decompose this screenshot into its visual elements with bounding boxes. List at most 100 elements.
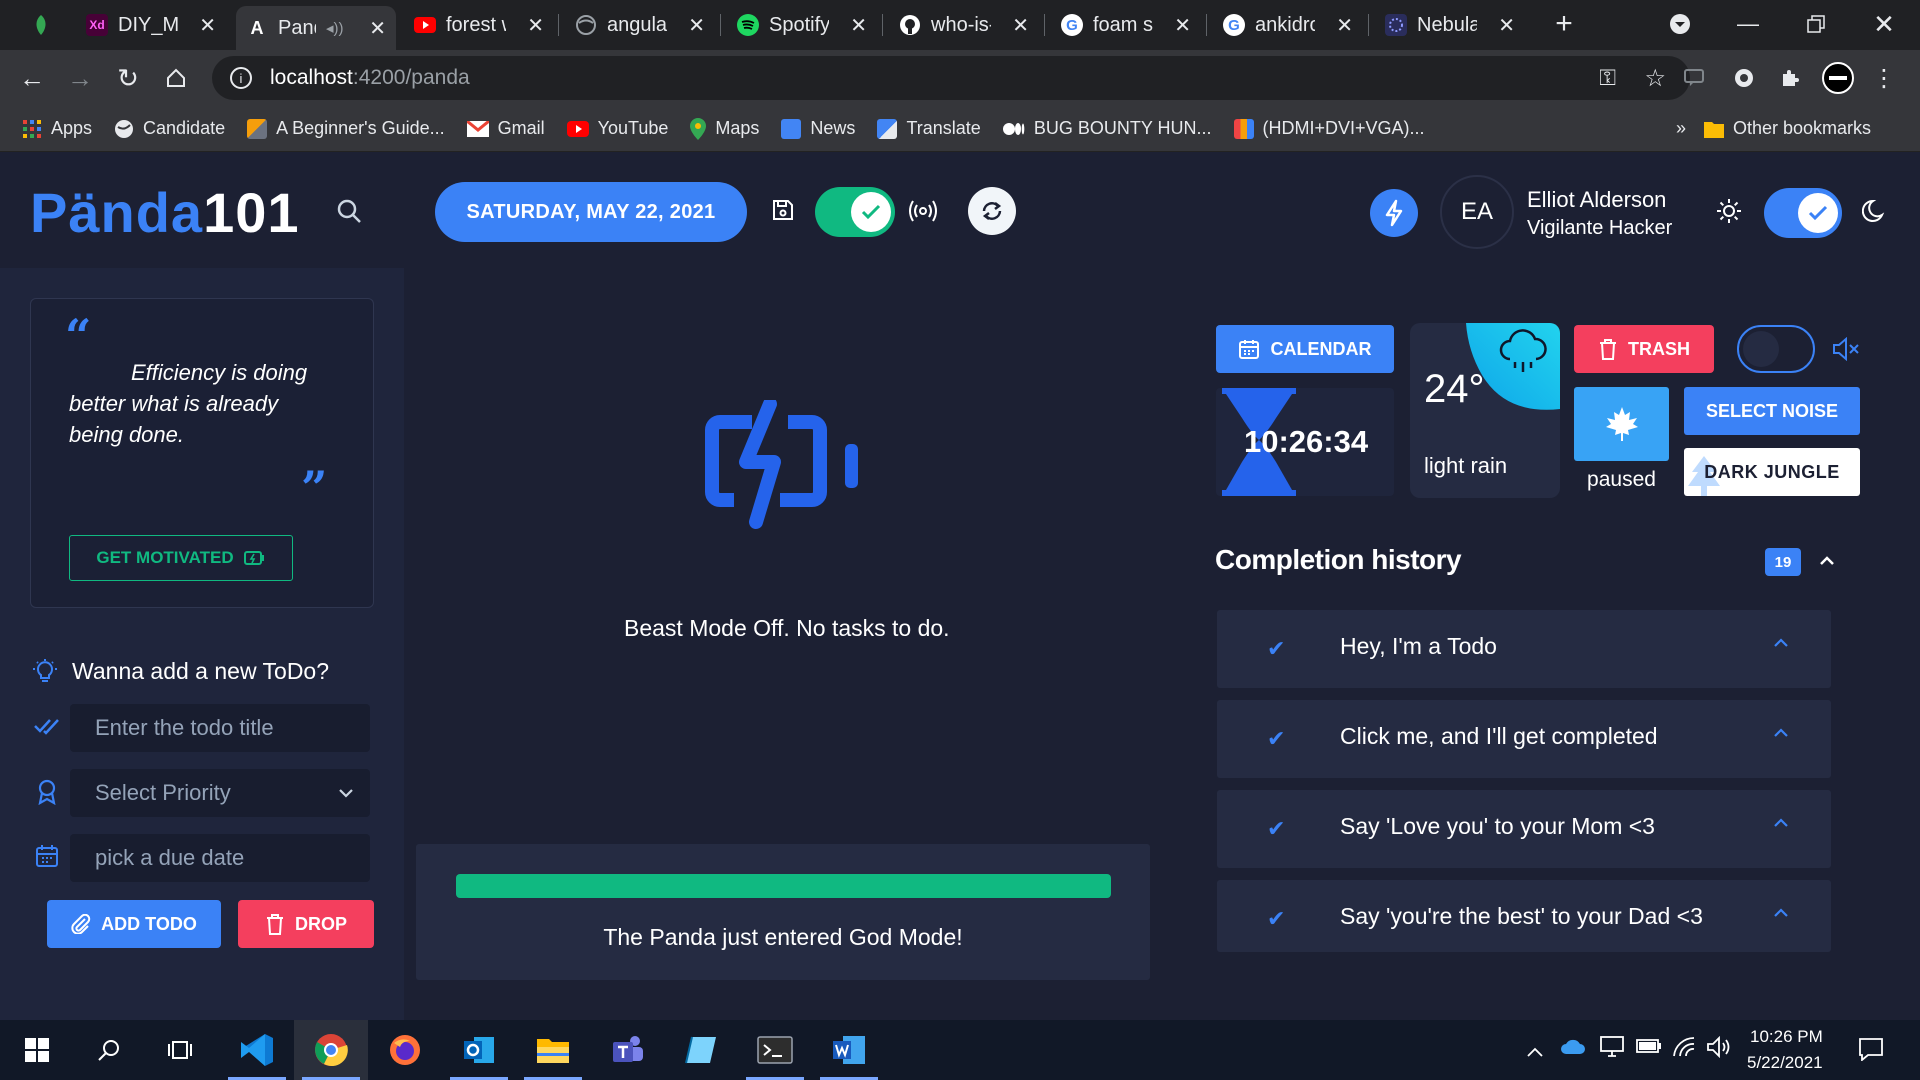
- bookmark-hdmi[interactable]: (HDMI+DVI+VGA)...: [1233, 118, 1425, 139]
- bookmark-translate[interactable]: Translate: [877, 118, 981, 139]
- puzzle-icon[interactable]: [1772, 60, 1808, 96]
- display-icon[interactable]: [1600, 1036, 1624, 1063]
- taskbar-word[interactable]: [812, 1020, 886, 1080]
- tab-forest[interactable]: forest w ✕: [404, 6, 554, 44]
- bookmark-youtube[interactable]: YouTube: [566, 118, 668, 139]
- chevron-up-icon[interactable]: [1526, 1038, 1544, 1064]
- tab-search-button[interactable]: [1662, 6, 1698, 42]
- bookmark-candidate[interactable]: Candidate: [114, 118, 225, 139]
- priority-select[interactable]: Select Priority: [70, 769, 370, 817]
- chevron-up-icon[interactable]: [1773, 728, 1789, 738]
- home-icon[interactable]: [158, 60, 194, 96]
- restore-button[interactable]: [1798, 6, 1834, 42]
- history-item[interactable]: ✔ Say 'Love you' to your Mom <3: [1217, 790, 1831, 868]
- chevron-up-icon[interactable]: [1773, 638, 1789, 648]
- close-window-button[interactable]: ✕: [1866, 6, 1902, 42]
- menu-icon[interactable]: ⋮: [1866, 60, 1902, 96]
- taskbar-file-explorer[interactable]: [516, 1020, 590, 1080]
- extension-icon[interactable]: [1676, 60, 1712, 96]
- due-date-input[interactable]: pick a due date: [70, 834, 370, 882]
- tab-pinned[interactable]: [20, 6, 68, 44]
- key-icon[interactable]: ⚿: [1599, 65, 1616, 91]
- chevron-up-icon[interactable]: [1773, 818, 1789, 828]
- close-icon[interactable]: ✕: [1012, 13, 1029, 38]
- logo[interactable]: Pända101: [30, 180, 300, 245]
- notification-icon[interactable]: [1858, 1037, 1884, 1066]
- taskbar-terminal[interactable]: [738, 1020, 812, 1080]
- save-icon[interactable]: [771, 198, 795, 227]
- bolt-button[interactable]: [1370, 189, 1418, 237]
- history-item[interactable]: ✔ Click me, and I'll get completed: [1217, 700, 1831, 778]
- close-icon[interactable]: ✕: [850, 13, 867, 38]
- start-button[interactable]: [0, 1020, 74, 1080]
- volume-icon[interactable]: [1706, 1035, 1732, 1063]
- history-item[interactable]: ✔ Hey, I'm a Todo: [1217, 610, 1831, 688]
- bookmark-bug-bounty[interactable]: BUG BOUNTY HUN...: [1002, 118, 1212, 139]
- close-icon[interactable]: ✕: [527, 13, 544, 38]
- refresh-button[interactable]: [968, 187, 1016, 235]
- forward-arrow-icon[interactable]: →: [62, 60, 98, 96]
- taskbar-chrome[interactable]: [294, 1020, 368, 1080]
- tab-panda[interactable]: A Panda ◂)) ✕: [236, 6, 396, 50]
- taskbar-teams[interactable]: [590, 1020, 664, 1080]
- address-bar[interactable]: i localhost:4200/panda ⚿ ☆: [212, 56, 1690, 100]
- add-todo-button[interactable]: ADD TODO: [47, 900, 221, 948]
- sun-icon[interactable]: [1716, 198, 1742, 229]
- clock-time[interactable]: 10:26 PM: [1750, 1027, 1823, 1047]
- get-motivated-button[interactable]: GET MOTIVATED: [69, 535, 293, 581]
- taskbar-firefox[interactable]: [368, 1020, 442, 1080]
- close-icon[interactable]: ✕: [199, 13, 216, 38]
- history-item[interactable]: ✔ Say 'you're the best' to your Dad <3: [1217, 880, 1831, 952]
- speaker-icon[interactable]: ◂)): [326, 19, 344, 37]
- other-bookmarks-folder[interactable]: Other bookmarks: [1704, 118, 1871, 139]
- bookmark-gmail[interactable]: Gmail: [466, 118, 545, 139]
- bookmark-apps[interactable]: Apps: [22, 118, 92, 139]
- search-icon[interactable]: [336, 198, 362, 229]
- broadcast-icon[interactable]: [908, 198, 938, 229]
- onedrive-icon[interactable]: [1560, 1038, 1586, 1061]
- profile-avatar[interactable]: [1820, 60, 1856, 96]
- calendar-button[interactable]: CALENDAR: [1216, 325, 1394, 373]
- close-icon[interactable]: ✕: [1336, 13, 1353, 38]
- chevron-up-icon[interactable]: [1773, 908, 1789, 918]
- todo-title-input[interactable]: Enter the todo title: [70, 704, 370, 752]
- task-view-button[interactable]: [144, 1020, 218, 1080]
- wifi-icon[interactable]: [1672, 1036, 1696, 1063]
- tab-angular[interactable]: angular ✕: [565, 6, 715, 44]
- clock-date[interactable]: 5/22/2021: [1747, 1053, 1823, 1073]
- taskbar-outlook[interactable]: [442, 1020, 516, 1080]
- bookmark-news[interactable]: News: [781, 118, 855, 139]
- close-icon[interactable]: ✕: [369, 16, 386, 41]
- battery-icon[interactable]: [1636, 1038, 1662, 1059]
- tab-nebular[interactable]: Nebular ✕: [1375, 6, 1525, 44]
- bookmarks-overflow-button[interactable]: »: [1676, 118, 1686, 139]
- chevron-up-icon[interactable]: [1818, 553, 1836, 571]
- taskbar-vscode[interactable]: [220, 1020, 294, 1080]
- beast-mode-toggle[interactable]: [815, 187, 895, 237]
- bookmark-maps[interactable]: Maps: [690, 117, 759, 140]
- moon-icon[interactable]: [1861, 198, 1888, 229]
- tab-ankidroid[interactable]: G ankidroi ✕: [1213, 6, 1363, 44]
- close-icon[interactable]: ✕: [1174, 13, 1191, 38]
- bookmark-beginners-guide[interactable]: A Beginner's Guide...: [247, 118, 445, 139]
- maple-leaf-tile[interactable]: [1574, 387, 1669, 461]
- select-noise-button[interactable]: SELECT NOISE: [1684, 387, 1860, 435]
- close-icon[interactable]: ✕: [688, 13, 705, 38]
- tab-foam[interactable]: G foam se ✕: [1051, 6, 1201, 44]
- extension-icon[interactable]: [1726, 60, 1762, 96]
- tab-diy-mic[interactable]: Xd DIY_Mic ✕: [76, 6, 226, 44]
- mute-icon[interactable]: [1832, 336, 1860, 366]
- star-icon[interactable]: ☆: [1644, 64, 1666, 93]
- new-tab-button[interactable]: +: [1546, 6, 1582, 42]
- minimize-button[interactable]: —: [1730, 6, 1766, 42]
- tab-who-is[interactable]: who-is-r ✕: [889, 6, 1039, 44]
- tab-spotify[interactable]: Spotify ✕: [727, 6, 877, 44]
- theme-toggle[interactable]: [1764, 188, 1842, 238]
- search-button[interactable]: [72, 1020, 146, 1080]
- info-icon[interactable]: i: [230, 67, 252, 89]
- back-arrow-icon[interactable]: ←: [14, 60, 50, 96]
- taskbar-notes[interactable]: [664, 1020, 738, 1080]
- trash-button[interactable]: TRASH: [1574, 325, 1714, 373]
- drop-button[interactable]: DROP: [238, 900, 374, 948]
- avatar[interactable]: EA: [1440, 175, 1514, 249]
